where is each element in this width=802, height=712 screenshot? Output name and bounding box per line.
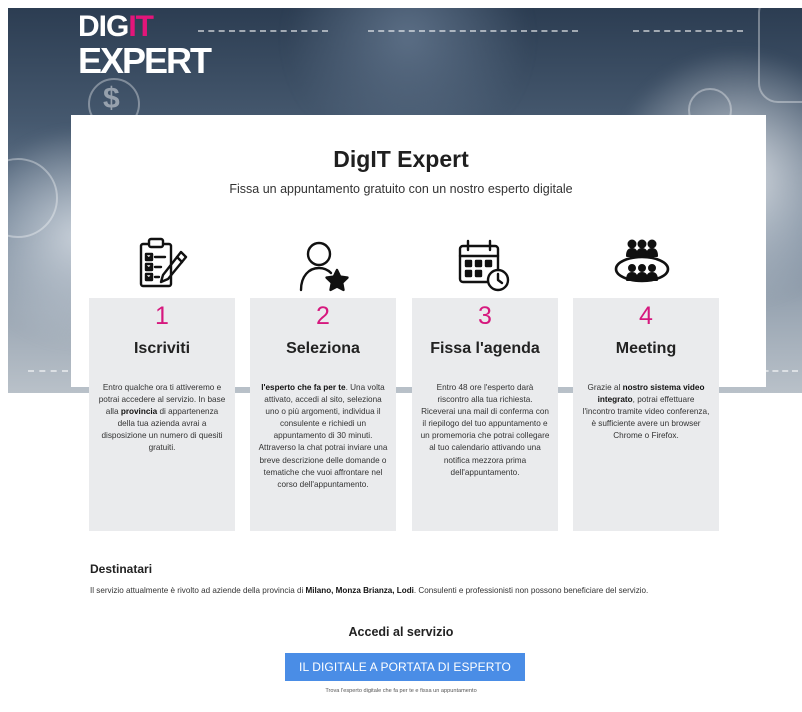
dollar-icon: $ (103, 82, 120, 115)
step-card-fissa-agenda: 3 Fissa l'agenda Entro 48 ore l'esperto … (412, 298, 558, 531)
step-number: 1 (155, 302, 169, 330)
step-number: 2 (316, 302, 330, 330)
hero-light (258, 8, 558, 128)
access-service-button[interactable]: IL DIGITALE A PORTATA DI ESPERTO (285, 653, 525, 681)
step-number: 3 (478, 302, 492, 330)
meeting-group-icon (612, 236, 672, 294)
page-title: DigIT Expert (333, 146, 469, 172)
step-description: Entro qualche ora ti attiveremo e potrai… (98, 383, 226, 453)
step-title: Meeting (615, 340, 677, 357)
hero-decoration-line (28, 370, 68, 372)
step-description: Grazie al nostro sistema video integrato… (582, 383, 710, 441)
hero-decoration-line (633, 30, 743, 32)
access-note: Trova l'esperto digitale che fa per te e… (325, 688, 477, 694)
hero-decoration-circle (758, 8, 802, 103)
step-description: Entro 48 ore l'esperto darà riscontro al… (420, 383, 550, 477)
step-title: Fissa l'agenda (430, 340, 540, 357)
step-card-iscriviti: 1 Iscriviti Entro qualche ora ti attiver… (89, 298, 235, 531)
hero-decoration-line (198, 30, 328, 32)
step-number: 4 (639, 302, 653, 330)
recipients-text: Il servizio attualmente è rivolto ad azi… (90, 586, 649, 595)
digit-expert-logo[interactable]: DIGIT EXPERT (78, 10, 212, 81)
hero-decoration-line (368, 30, 578, 32)
step-card-meeting: 4 Meeting Grazie al nostro sistema video… (573, 298, 719, 531)
page-subtitle: Fissa un appuntamento gratuito con un no… (229, 182, 573, 196)
clipboard-checklist-icon (131, 236, 191, 294)
calendar-clock-icon (452, 236, 512, 294)
step-description: l'esperto che fa per te. Una volta attiv… (258, 383, 388, 489)
step-title: Iscriviti (133, 340, 191, 357)
recipients-heading: Destinatari (90, 562, 153, 576)
user-star-icon (293, 236, 353, 294)
step-card-seleziona: 2 Seleziona l'esperto che fa per te. Una… (250, 298, 396, 531)
logo-line-2: EXPERT (78, 40, 212, 81)
logo-line-1: DIGIT (78, 10, 154, 43)
access-heading: Accedi al servizio (348, 625, 454, 639)
step-title: Seleziona (286, 340, 360, 357)
